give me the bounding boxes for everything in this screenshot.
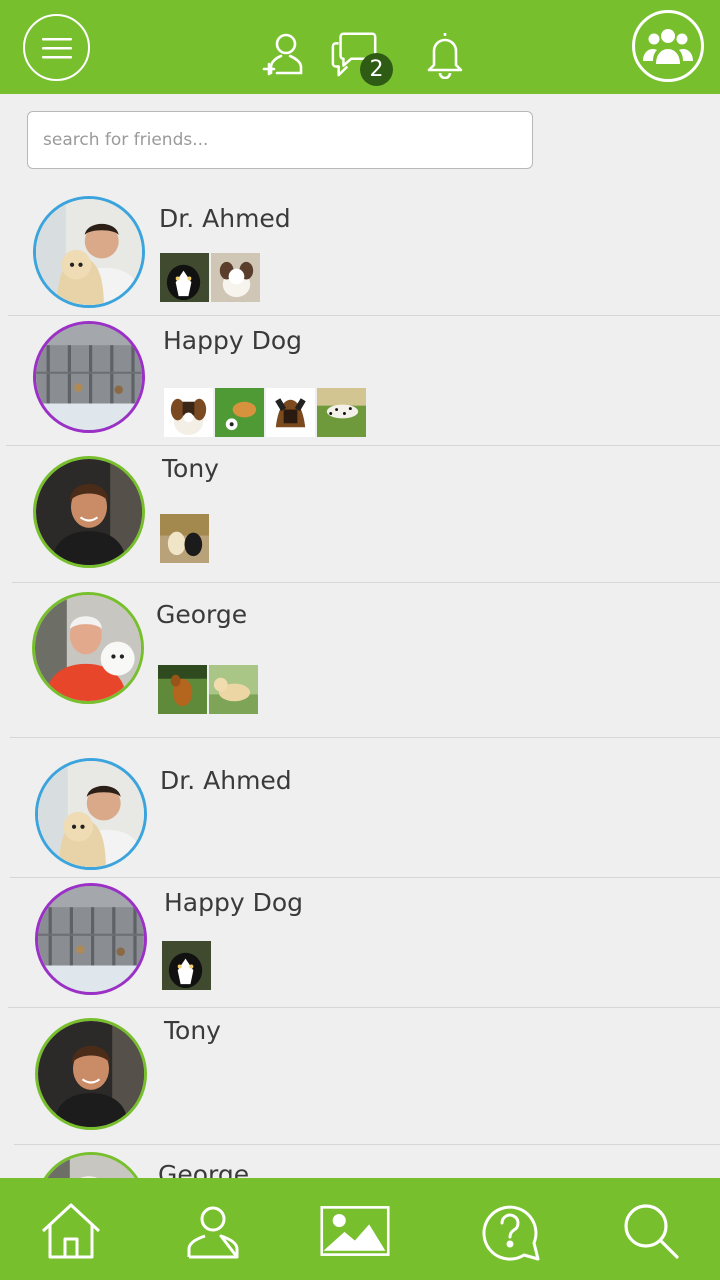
pet-photo[interactable] [209,665,258,714]
bottom-nav [0,1178,720,1280]
friend-avatar [35,758,147,870]
nav-profile[interactable] [178,1196,248,1266]
pet-thumbnails [162,941,211,990]
nav-home[interactable] [36,1196,106,1266]
pet-thumbnails [158,665,258,714]
nav-search[interactable] [616,1196,686,1266]
friend-name: George [156,600,248,629]
friend-name: George [158,1160,250,1178]
groups-button[interactable] [632,10,704,82]
pet-thumbnails [160,253,260,302]
pet-photo[interactable] [317,388,366,437]
friend-avatar [33,196,145,308]
group-icon [643,29,693,64]
friend-row[interactable]: George [0,1144,720,1178]
help-icon [482,1205,540,1261]
friend-avatar [35,1152,147,1178]
pet-photo[interactable] [164,388,213,437]
pet-thumbnails [164,388,366,437]
pet-photo[interactable] [160,514,209,563]
friend-name: Dr. Ahmed [159,204,291,233]
friend-row[interactable]: Dr. Ahmed [0,738,720,878]
search-friends-input[interactable] [27,111,533,169]
friend-name: Happy Dog [164,888,304,917]
friend-name: Happy Dog [163,326,303,355]
nav-gallery[interactable] [320,1196,390,1266]
pet-photo[interactable] [162,941,211,990]
menu-button[interactable] [23,14,90,81]
profile-icon [187,1206,239,1259]
friend-avatar [33,456,145,568]
hamburger-menu-icon [41,37,72,58]
add-user-icon [262,33,303,76]
friend-avatar [32,592,144,704]
bell-icon [427,33,463,79]
search-icon [624,1204,679,1259]
friend-row[interactable]: Dr. Ahmed [0,176,720,316]
friend-row[interactable]: Tony [0,1008,720,1145]
pet-photo[interactable] [266,388,315,437]
messages-badge: 2 [360,53,393,86]
nav-help[interactable] [475,1196,545,1266]
pet-photo[interactable] [211,253,260,302]
friend-row[interactable]: Tony [0,446,720,583]
pet-photo[interactable] [158,665,207,714]
friend-name: Tony [164,1016,221,1045]
friend-name: Tony [162,454,219,483]
pet-photo[interactable] [160,253,209,302]
friend-avatar [33,321,145,433]
friend-row[interactable]: George [0,582,720,738]
friend-avatar [35,883,147,995]
pet-thumbnails [160,514,209,563]
friend-row[interactable]: Happy Dog [0,316,720,446]
home-icon [41,1203,101,1259]
top-bar: 2 [0,0,720,94]
friend-avatar [35,1018,147,1130]
add-friend-button[interactable] [258,26,308,82]
notifications-button[interactable] [420,26,470,82]
friend-name: Dr. Ahmed [160,766,292,795]
friends-list: Dr. Ahmed Happy Dog Tony George Dr. Ahme… [0,176,720,1178]
friend-row[interactable]: Happy Dog [0,878,720,1008]
gallery-icon [320,1206,390,1256]
pet-photo[interactable] [215,388,264,437]
